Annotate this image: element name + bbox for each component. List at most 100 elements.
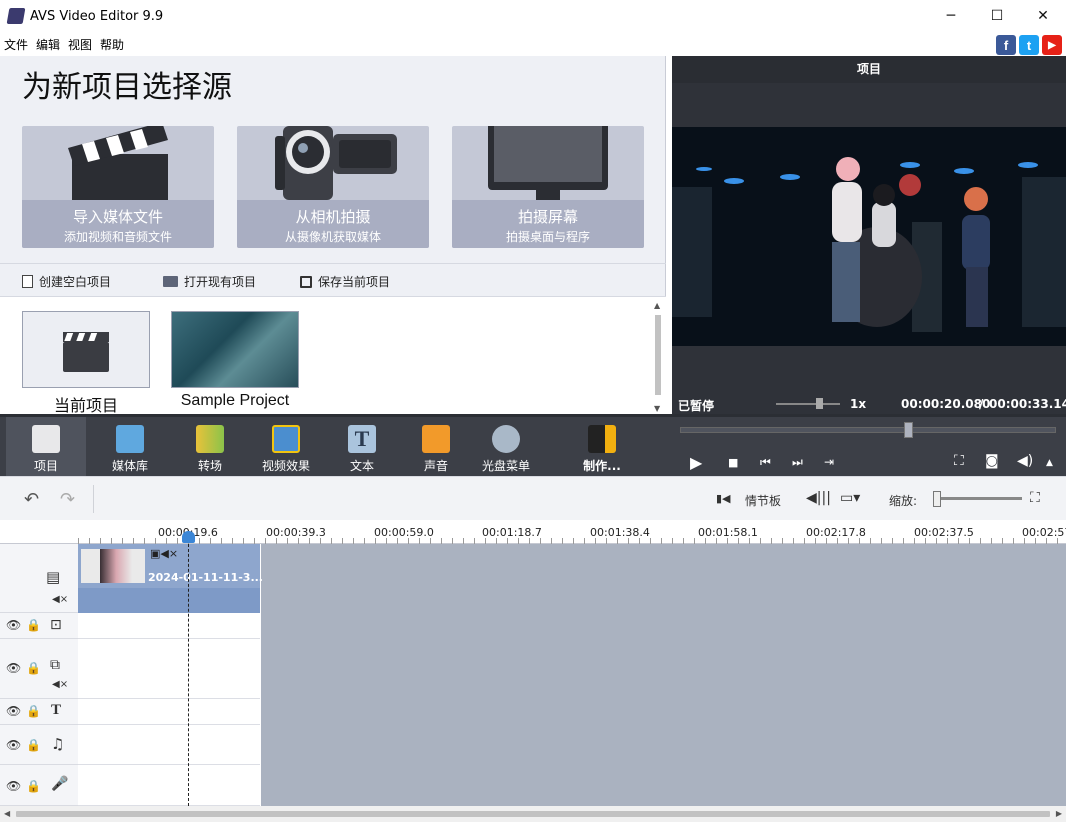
timeline-scrollbar[interactable]: ◀ ▶ bbox=[0, 806, 1066, 822]
clip-effects-icon[interactable]: ▣◀× bbox=[150, 547, 178, 560]
import-media-card[interactable]: 导入媒体文件 添加视频和音频文件 bbox=[22, 126, 214, 248]
overlay-track[interactable] bbox=[78, 639, 260, 699]
lock-icon[interactable]: 🔒 bbox=[26, 738, 41, 752]
music-track[interactable] bbox=[78, 725, 260, 765]
scroll-down-icon[interactable]: ▼ bbox=[654, 404, 660, 413]
project-item-sample[interactable]: Sample Project bbox=[171, 311, 299, 410]
aspect-ratio-icon[interactable]: ▭▾ bbox=[840, 490, 860, 506]
play-icon[interactable]: ▶ bbox=[690, 453, 702, 472]
undo-icon[interactable]: ↶ bbox=[24, 489, 39, 510]
mute-icon[interactable]: ◀× bbox=[52, 679, 68, 690]
clip-audio[interactable] bbox=[78, 588, 260, 613]
create-blank-project-label: 创建空白项目 bbox=[39, 275, 112, 289]
lock-icon[interactable]: 🔒 bbox=[26, 661, 41, 675]
volume-icon[interactable]: ◀) bbox=[1017, 453, 1033, 469]
menu-edit[interactable]: 编辑 bbox=[36, 36, 60, 53]
text-icon: T bbox=[51, 702, 62, 718]
playhead-handle[interactable] bbox=[182, 531, 195, 543]
youtube-icon[interactable]: ▶ bbox=[1042, 35, 1062, 55]
eye-icon[interactable]: 👁 bbox=[6, 661, 21, 675]
tab-audio[interactable]: 声音 bbox=[396, 425, 476, 474]
film-icon: ▤ bbox=[46, 568, 61, 586]
volume-expand-icon[interactable]: ▲ bbox=[1046, 458, 1053, 468]
tab-text[interactable]: T 文本 bbox=[322, 425, 402, 474]
speed-slider-knob[interactable] bbox=[816, 398, 823, 409]
stop-icon[interactable]: ■ bbox=[728, 456, 738, 469]
tab-transitions-label: 转场 bbox=[197, 459, 222, 473]
preview-header: 项目 bbox=[672, 56, 1066, 83]
scroll-right-icon[interactable]: ▶ bbox=[1056, 809, 1062, 818]
playback-status: 已暂停 bbox=[678, 399, 715, 413]
snapshot-icon[interactable]: ◙ bbox=[985, 453, 999, 469]
previous-frame-icon[interactable]: ⏮ bbox=[760, 455, 771, 470]
twitter-icon[interactable]: t bbox=[1019, 35, 1039, 55]
tab-project[interactable]: 项目 bbox=[6, 417, 86, 479]
effects-icon: ⊡ bbox=[50, 617, 62, 633]
next-frame-icon[interactable]: ⏭ bbox=[792, 455, 803, 470]
music-icon: ♫ bbox=[51, 735, 65, 753]
mute-icon[interactable]: ◀× bbox=[52, 594, 68, 605]
capture-screen-card[interactable]: 拍摄屏幕 拍摄桌面与程序 bbox=[452, 126, 644, 248]
fit-to-window-icon[interactable]: ⛶ bbox=[1030, 490, 1040, 506]
open-project-button[interactable]: 打开现有项目 bbox=[163, 273, 256, 290]
video-image bbox=[672, 127, 1066, 346]
current-time: 00:00:20.080 bbox=[901, 397, 991, 411]
lock-icon[interactable]: 🔒 bbox=[26, 779, 41, 793]
seek-bar[interactable] bbox=[680, 427, 1056, 433]
eye-icon[interactable]: 👁 bbox=[6, 779, 21, 793]
tab-transitions[interactable]: 转场 bbox=[170, 425, 250, 474]
maximize-button[interactable]: ☐ bbox=[974, 0, 1020, 32]
effects-track[interactable] bbox=[78, 613, 260, 639]
storyboard-icon[interactable]: ▮◀ bbox=[716, 492, 731, 505]
zoom-slider[interactable] bbox=[936, 497, 1022, 500]
video-track[interactable]: ▣◀× 2024-01-11-11-3... bbox=[78, 544, 263, 613]
capture-camera-title: 从相机拍摄 bbox=[295, 208, 371, 226]
film-icon bbox=[116, 425, 144, 453]
capture-camera-card[interactable]: 从相机拍摄 从摄像机获取媒体 bbox=[237, 126, 429, 248]
seek-knob[interactable] bbox=[904, 422, 913, 438]
import-media-title: 导入媒体文件 bbox=[72, 208, 163, 226]
save-icon bbox=[300, 275, 313, 288]
tab-media-library[interactable]: 媒体库 bbox=[90, 425, 170, 474]
preview-panel: 项目 已暂停 1x 00:00:20.080 / 00:00:33.14 bbox=[672, 56, 1066, 414]
close-button[interactable]: ✕ bbox=[1020, 0, 1066, 32]
facebook-icon[interactable]: f bbox=[996, 35, 1016, 55]
project-list-scrollbar[interactable]: ▲ ▼ bbox=[654, 301, 662, 413]
lock-icon[interactable]: 🔒 bbox=[26, 618, 41, 632]
timeline-empty-area[interactable] bbox=[261, 544, 1066, 806]
audio-mixer-icon[interactable]: ◀||| bbox=[806, 490, 831, 506]
eye-icon[interactable]: 👁 bbox=[6, 704, 21, 718]
storyboard-label[interactable]: 情节板 bbox=[745, 492, 781, 509]
eye-icon[interactable]: 👁 bbox=[6, 618, 21, 632]
create-blank-project-button[interactable]: 创建空白项目 bbox=[22, 273, 111, 290]
scroll-left-icon[interactable]: ◀ bbox=[4, 809, 10, 818]
speed-slider[interactable] bbox=[776, 403, 840, 405]
lock-icon[interactable]: 🔒 bbox=[26, 704, 41, 718]
project-item-current[interactable]: 当前项目 bbox=[22, 311, 150, 416]
disc-icon bbox=[492, 425, 520, 453]
fullscreen-icon[interactable]: ⛶ bbox=[954, 453, 964, 469]
minimize-button[interactable]: ─ bbox=[928, 0, 974, 32]
playhead-line[interactable] bbox=[188, 534, 189, 806]
save-project-button[interactable]: 保存当前项目 bbox=[300, 273, 390, 290]
scroll-up-icon[interactable]: ▲ bbox=[654, 301, 660, 310]
capture-screen-subtitle: 拍摄桌面与程序 bbox=[505, 230, 590, 244]
timeline-ruler[interactable]: 00:00:19.6 00:00:39.3 00:00:59.0 00:01:1… bbox=[0, 520, 1066, 544]
music-track-header: 👁 🔒 ♫ bbox=[0, 725, 78, 765]
redo-icon[interactable]: ↷ bbox=[60, 489, 75, 510]
open-project-label: 打开现有项目 bbox=[184, 275, 257, 289]
tab-produce[interactable]: 制作... bbox=[562, 425, 642, 474]
video-clip[interactable]: ▣◀× 2024-01-11-11-3... bbox=[78, 544, 263, 588]
menu-help[interactable]: 帮助 bbox=[100, 36, 124, 53]
split-icon[interactable]: ⇥ bbox=[824, 455, 834, 469]
menu-view[interactable]: 视图 bbox=[68, 36, 92, 53]
eye-icon[interactable]: 👁 bbox=[6, 738, 21, 752]
timeline-toolbar: ↶ ↷ ▮◀ 情节板 ◀||| ▭▾ 缩放: ⛶ bbox=[0, 476, 1066, 520]
menu-file[interactable]: 文件 bbox=[4, 36, 28, 53]
text-track[interactable] bbox=[78, 699, 260, 725]
tab-disc-menu[interactable]: 光盘菜单 bbox=[466, 425, 546, 474]
voice-track[interactable] bbox=[78, 765, 260, 806]
tab-video-effects[interactable]: 视频效果 bbox=[246, 425, 326, 474]
zoom-slider-knob[interactable] bbox=[933, 491, 941, 507]
capture-camera-subtitle: 从摄像机获取媒体 bbox=[284, 230, 381, 244]
